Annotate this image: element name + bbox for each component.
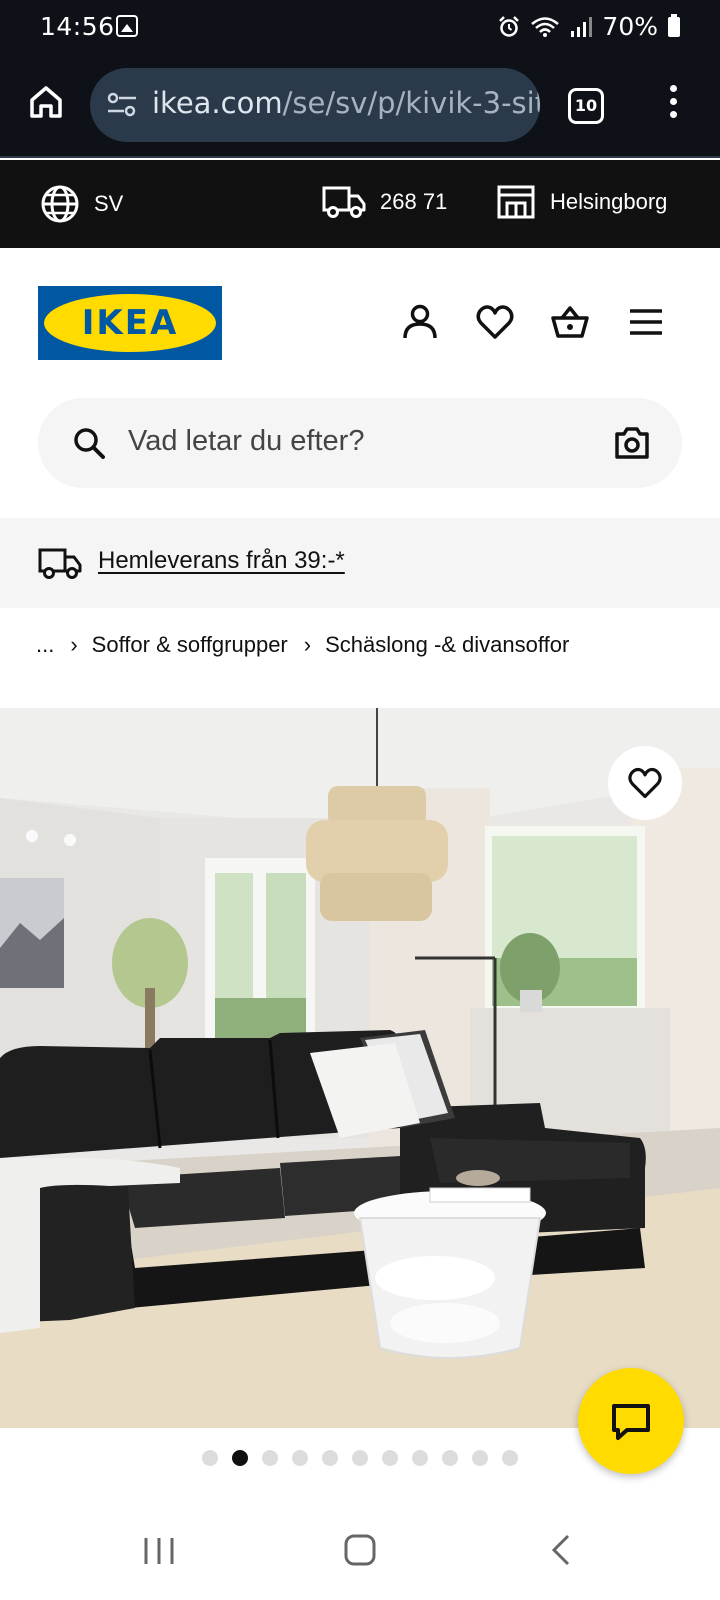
delivery-banner[interactable]: Hemleverans från 39:-*	[0, 518, 720, 608]
delivery-truck-icon	[322, 186, 366, 218]
language-selector[interactable]: SV	[40, 184, 123, 224]
chat-bubble-icon	[612, 1404, 650, 1440]
browser-toolbar: ikea.com/se/sv/p/kivik-3-sits 10	[0, 52, 720, 158]
postal-code-label: 268 71	[380, 189, 448, 214]
carousel-dot[interactable]	[382, 1450, 398, 1466]
breadcrumb-chaise-sofas[interactable]: Schäslong -& divansoffor	[325, 632, 569, 658]
carousel-dot[interactable]	[292, 1450, 308, 1466]
search-input[interactable]: Vad letar du efter?	[128, 425, 364, 458]
carousel-dot[interactable]	[262, 1450, 278, 1466]
carousel-dot[interactable]	[472, 1450, 488, 1466]
status-indicators: 70%	[498, 12, 680, 41]
language-label: SV	[94, 191, 124, 216]
hamburger-menu-icon[interactable]	[626, 302, 666, 342]
logo-text: IKEA	[81, 303, 179, 343]
home-nav-icon[interactable]	[344, 1534, 376, 1566]
carousel-dot-active[interactable]	[232, 1450, 248, 1466]
battery-percent: 70%	[602, 12, 658, 41]
signal-icon	[571, 16, 593, 37]
store-selector[interactable]: Helsingborg	[496, 184, 667, 220]
wifi-icon	[531, 16, 560, 37]
heart-icon	[628, 767, 662, 799]
search-icon	[74, 428, 105, 459]
carousel-dot[interactable]	[442, 1450, 458, 1466]
alarm-icon	[499, 15, 520, 37]
url-host: ikea.com	[152, 86, 283, 120]
chevron-right-icon: ›	[70, 632, 78, 657]
breadcrumb: ... › Soffor & soffgrupper › Schäslong -…	[36, 632, 569, 658]
store-label: Helsingborg	[550, 189, 668, 214]
search-field[interactable]: Vad letar du efter?	[38, 398, 682, 488]
system-navigation-bar	[0, 1500, 720, 1600]
status-time: 14:56	[40, 12, 115, 41]
address-bar[interactable]: ikea.com/se/sv/p/kivik-3-sits	[90, 68, 540, 142]
top-info-strip: SV 268 71 Helsingborg	[0, 160, 720, 248]
delivery-link[interactable]: Hemleverans från 39:-*	[98, 547, 345, 575]
status-bar: 14:56 70%	[0, 0, 720, 52]
carousel-dot[interactable]	[352, 1450, 368, 1466]
home-icon[interactable]	[26, 82, 66, 122]
gallery-icon	[116, 15, 138, 37]
camera-search-icon[interactable]	[614, 426, 650, 460]
logo-oval: IKEA	[44, 294, 216, 352]
back-nav-icon[interactable]	[550, 1534, 572, 1566]
carousel-indicator	[202, 1450, 518, 1466]
recent-apps-icon[interactable]	[143, 1536, 175, 1566]
more-menu-icon[interactable]	[668, 85, 678, 125]
wishlist-heart-icon[interactable]	[475, 302, 515, 342]
delivery-truck-icon	[38, 548, 82, 579]
url-path: /se/sv/p/kivik-3-sits	[282, 86, 540, 120]
product-photo	[0, 708, 720, 1428]
breadcrumb-sofas[interactable]: Soffor & soffgrupper	[92, 632, 288, 658]
carousel-dot[interactable]	[202, 1450, 218, 1466]
postal-code-selector[interactable]: 268 71	[322, 184, 447, 220]
carousel-dot[interactable]	[412, 1450, 428, 1466]
site-settings-icon[interactable]	[106, 90, 138, 120]
ikea-logo[interactable]: IKEA	[38, 286, 222, 360]
product-image[interactable]	[0, 708, 720, 1428]
tab-switcher-button[interactable]: 10	[568, 88, 604, 124]
account-icon[interactable]	[400, 302, 440, 342]
carousel-dot[interactable]	[502, 1450, 518, 1466]
chevron-right-icon: ›	[303, 632, 312, 657]
save-favorite-button[interactable]	[608, 746, 682, 820]
chat-button[interactable]	[578, 1368, 684, 1474]
carousel-dot[interactable]	[322, 1450, 338, 1466]
globe-icon	[41, 185, 79, 223]
shopping-basket-icon[interactable]	[550, 302, 590, 342]
store-icon	[497, 185, 535, 219]
url-text: ikea.com/se/sv/p/kivik-3-sits	[152, 86, 540, 120]
breadcrumb-ellipsis[interactable]: ...	[36, 632, 54, 658]
battery-icon	[668, 13, 680, 37]
